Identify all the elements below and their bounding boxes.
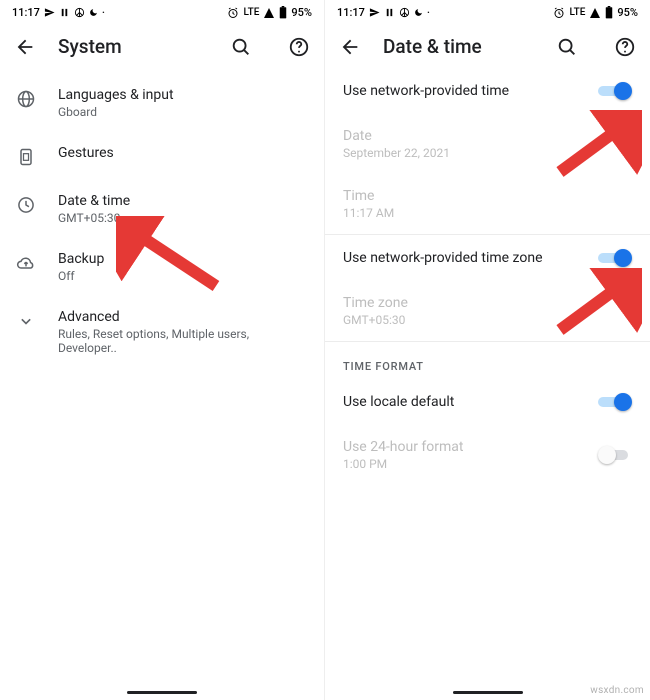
peace-icon: [74, 7, 85, 18]
network-time-toggle[interactable]: [598, 82, 632, 100]
row-title: Use 24-hour format: [343, 439, 586, 455]
page-title: Date & time: [383, 35, 534, 58]
date-time-item[interactable]: Date & time GMT+05:30: [0, 180, 324, 238]
item-sub: Gboard: [58, 105, 308, 119]
globe-icon: [16, 87, 36, 109]
pause-icon: [59, 7, 70, 18]
row-title: Use locale default: [343, 394, 586, 410]
pause-icon: [384, 7, 395, 18]
timezone-row: Time zone GMT+05:30: [325, 281, 650, 341]
advanced-item[interactable]: Advanced Rules, Reset options, Multiple …: [0, 296, 324, 368]
appbar: System: [0, 23, 324, 68]
row-sub: September 22, 2021: [343, 146, 632, 160]
item-sub: Off: [58, 269, 308, 283]
row-sub: 1:00 PM: [343, 457, 586, 471]
locale-default-row[interactable]: Use locale default: [325, 379, 650, 425]
status-clock: 11:17: [12, 6, 40, 19]
home-indicator[interactable]: [127, 691, 197, 694]
clock-icon: [16, 193, 36, 215]
use-24hour-toggle: [598, 446, 632, 464]
back-button[interactable]: [14, 36, 36, 58]
row-sub: 11:17 AM: [343, 206, 632, 220]
network-timezone-toggle[interactable]: [598, 249, 632, 267]
date-row: Date September 22, 2021: [325, 114, 650, 174]
dot-icon: ·: [102, 6, 105, 19]
status-battery: 95%: [291, 6, 312, 19]
use-24hour-row: Use 24-hour format 1:00 PM: [325, 425, 650, 485]
backup-item[interactable]: Backup Off: [0, 238, 324, 296]
send-icon: [369, 7, 380, 18]
status-battery: 95%: [617, 6, 638, 19]
item-title: Advanced: [58, 309, 308, 325]
row-title: Time zone: [343, 295, 632, 311]
help-button[interactable]: [288, 36, 310, 58]
moon-icon: [89, 8, 98, 17]
chevron-down-icon: [16, 309, 36, 331]
languages-input-item[interactable]: Languages & input Gboard: [0, 74, 324, 132]
battery-icon: [605, 6, 613, 19]
item-title: Backup: [58, 251, 308, 267]
row-title: Use network-provided time: [343, 83, 586, 99]
signal-icon: [263, 7, 275, 19]
alarm-icon: [553, 7, 565, 19]
watermark: wsxdn.com: [590, 685, 644, 696]
gestures-icon: [16, 145, 36, 167]
status-clock: 11:17: [337, 6, 365, 19]
status-bar: 11:17 · LTE 95%: [325, 0, 650, 23]
search-button[interactable]: [556, 36, 578, 58]
date-time-list: Use network-provided time Date September…: [325, 68, 650, 485]
cloud-upload-icon: [16, 251, 36, 273]
moon-icon: [414, 8, 423, 17]
send-icon: [44, 7, 55, 18]
settings-list: Languages & input Gboard Gestures Date &…: [0, 68, 324, 374]
item-title: Gestures: [58, 145, 308, 161]
battery-icon: [279, 6, 287, 19]
date-time-screen: 11:17 · LTE 95% Date & time: [325, 0, 650, 700]
back-button[interactable]: [339, 36, 361, 58]
locale-default-toggle[interactable]: [598, 393, 632, 411]
dot-icon: ·: [427, 6, 430, 19]
appbar: Date & time: [325, 23, 650, 68]
gestures-item[interactable]: Gestures: [0, 132, 324, 180]
time-row: Time 11:17 AM: [325, 174, 650, 234]
status-bar: 11:17 · LTE 95%: [0, 0, 324, 23]
help-button[interactable]: [614, 36, 636, 58]
status-network: LTE: [243, 7, 259, 18]
page-title: System: [58, 35, 208, 58]
system-settings-screen: 11:17 · LTE 95% System: [0, 0, 325, 700]
row-title: Date: [343, 128, 632, 144]
home-indicator[interactable]: [453, 691, 523, 694]
row-sub: GMT+05:30: [343, 313, 632, 327]
signal-icon: [589, 7, 601, 19]
alarm-icon: [227, 7, 239, 19]
item-title: Date & time: [58, 193, 308, 209]
status-network: LTE: [569, 7, 585, 18]
search-button[interactable]: [230, 36, 252, 58]
row-title: Use network-provided time zone: [343, 250, 586, 266]
network-time-row[interactable]: Use network-provided time: [325, 68, 650, 114]
peace-icon: [399, 7, 410, 18]
network-timezone-row[interactable]: Use network-provided time zone: [325, 235, 650, 281]
item-sub: Rules, Reset options, Multiple users, De…: [58, 327, 308, 355]
item-sub: GMT+05:30: [58, 211, 308, 225]
row-title: Time: [343, 188, 632, 204]
item-title: Languages & input: [58, 87, 308, 103]
section-header: TIME FORMAT: [325, 342, 650, 379]
